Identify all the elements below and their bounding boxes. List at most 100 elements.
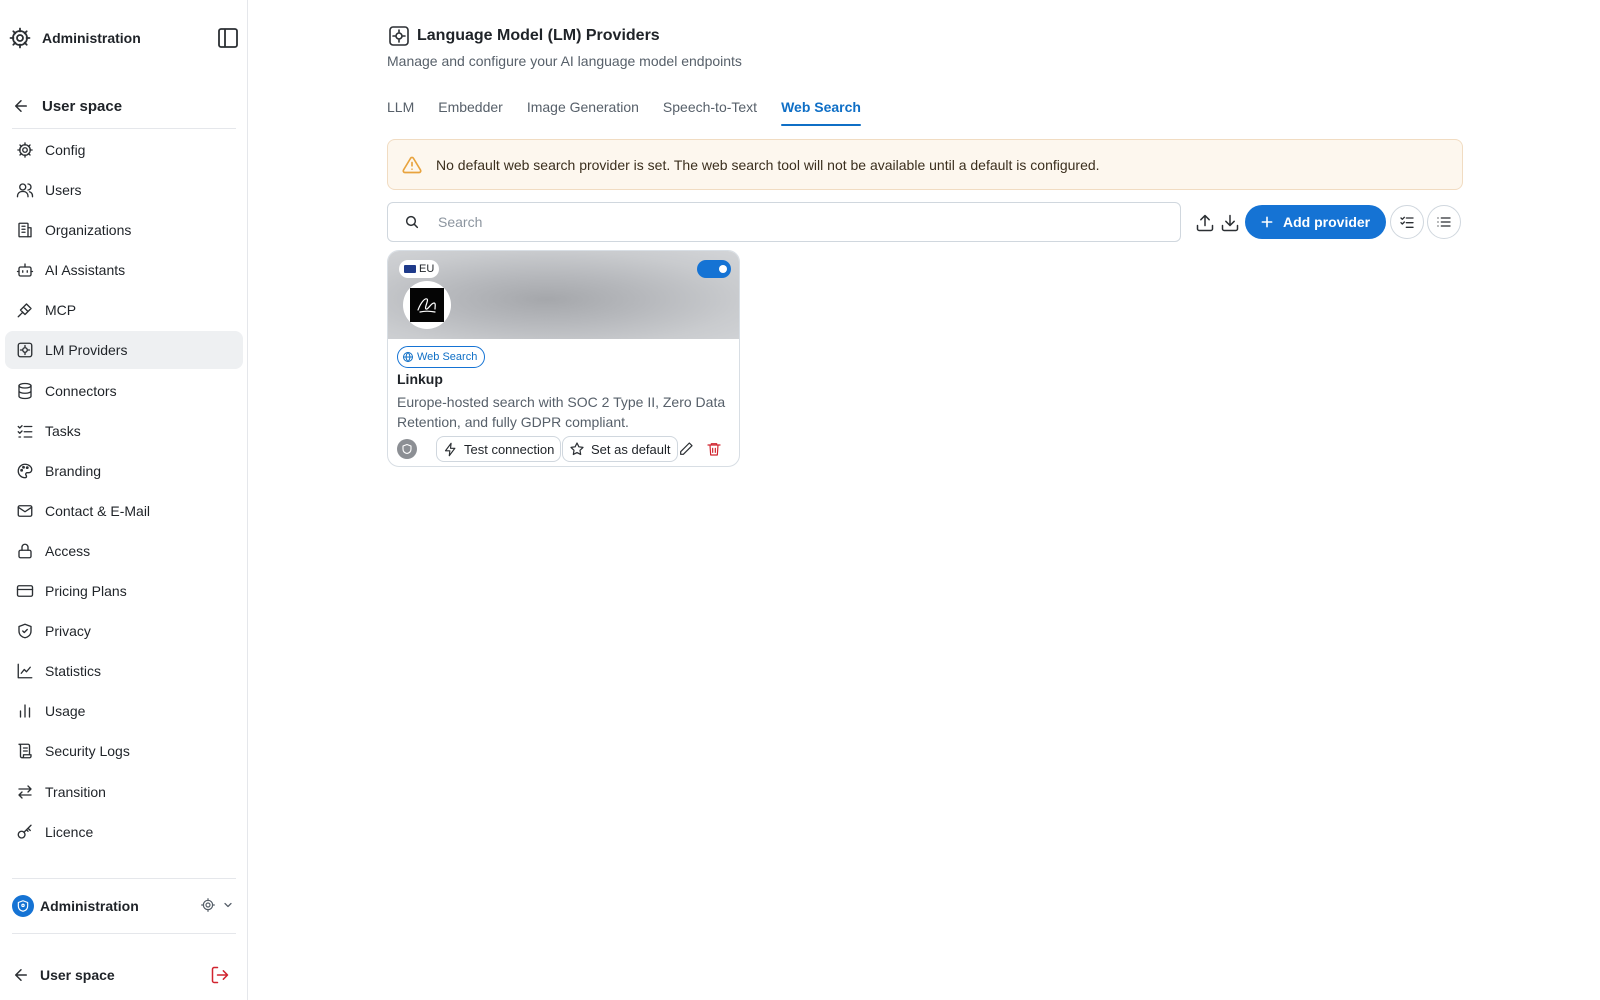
provider-card[interactable]: EU Web Search Linkup Europe-hosted searc… <box>387 250 740 467</box>
organization-switcher[interactable]: Administration <box>12 893 236 919</box>
sidebar-item-statistics[interactable]: Statistics <box>5 652 243 690</box>
card-banner: EU <box>388 251 739 339</box>
enabled-toggle[interactable] <box>697 260 731 278</box>
sidebar-item-access[interactable]: Access <box>5 532 243 570</box>
add-provider-label: Add provider <box>1283 214 1371 230</box>
credit-card-icon <box>15 581 35 601</box>
list-checks-icon <box>1399 214 1415 230</box>
sidebar-item-label: Pricing Plans <box>45 583 127 600</box>
tab-embedder[interactable]: Embedder <box>438 97 503 129</box>
sidebar-item-label: Security Logs <box>45 743 130 760</box>
sidebar-item-privacy[interactable]: Privacy <box>5 612 243 650</box>
divider <box>12 933 236 934</box>
org-avatar <box>12 895 34 917</box>
page-subtitle: Manage and configure your AI language mo… <box>387 53 742 69</box>
sidebar-item-label: LM Providers <box>45 342 128 359</box>
divider <box>12 878 236 879</box>
sidebar-item-pricing-plans[interactable]: Pricing Plans <box>5 572 243 610</box>
set-as-default-label: Set as default <box>591 441 671 457</box>
sidebar-item-usage[interactable]: Usage <box>5 692 243 730</box>
sidebar-item-transition[interactable]: Transition <box>5 773 243 811</box>
footer-user-space-link[interactable]: User space <box>12 962 236 988</box>
lock-icon <box>15 541 35 561</box>
sidebar-item-label: Connectors <box>45 382 117 399</box>
sidebar-toggle-icon[interactable] <box>216 26 240 50</box>
back-to-user-space-link[interactable]: User space <box>12 93 240 119</box>
arrow-left-icon <box>12 966 30 984</box>
edit-pencil-icon[interactable] <box>677 440 695 458</box>
test-connection-label: Test connection <box>464 441 555 457</box>
sidebar-item-lm-providers[interactable]: LM Providers <box>5 331 243 370</box>
sidebar-item-connectors[interactable]: Connectors <box>5 372 243 410</box>
plug-icon <box>15 300 35 320</box>
set-as-default-button[interactable]: Set as default <box>562 436 678 462</box>
upload-icon[interactable] <box>1194 212 1216 234</box>
sidebar-item-branding[interactable]: Branding <box>5 452 243 490</box>
list-checks-icon <box>15 421 35 441</box>
region-badge: EU <box>399 260 440 278</box>
sidebar-item-label: MCP <box>45 302 77 319</box>
linkup-logo-icon <box>410 288 444 322</box>
arrow-left-icon <box>12 97 30 115</box>
sidebar-item-label: AI Assistants <box>45 262 126 279</box>
gear-icon <box>8 26 32 50</box>
plus-icon <box>1259 214 1275 230</box>
scroll-icon <box>15 741 35 761</box>
warning-triangle-icon <box>402 155 422 175</box>
sidebar-item-config[interactable]: Config <box>5 131 243 169</box>
key-icon <box>15 822 35 842</box>
category-label: Web Search <box>417 351 478 363</box>
warning-banner: No default web search provider is set. T… <box>387 139 1463 190</box>
test-connection-button[interactable]: Test connection <box>436 436 562 462</box>
arrows-left-right-icon <box>15 782 35 802</box>
sidebar-item-users[interactable]: Users <box>5 171 243 209</box>
sidebar-item-ai-assistants[interactable]: AI Assistants <box>5 251 243 289</box>
org-settings-gear-icon[interactable] <box>200 897 216 913</box>
delete-trash-icon[interactable] <box>705 440 723 458</box>
sidebar-item-label: Contact & E-Mail <box>45 502 151 519</box>
provider-description: Europe-hosted search with SOC 2 Type II,… <box>397 394 726 430</box>
search-box <box>387 202 1181 242</box>
bot-icon <box>15 260 35 280</box>
palette-icon <box>15 461 35 481</box>
tab-speech-to-text[interactable]: Speech-to-Text <box>663 97 757 129</box>
page-header: Language Model (LM) Providers <box>387 24 660 48</box>
chevron-down-icon[interactable] <box>222 899 234 911</box>
back-label: User space <box>42 97 123 115</box>
tab-image-generation[interactable]: Image Generation <box>527 97 639 129</box>
users-icon <box>15 180 35 200</box>
sidebar-nav: Config Users Organizations AI Assistants… <box>5 131 243 853</box>
sidebar-item-licence[interactable]: Licence <box>5 813 243 851</box>
category-tag: Web Search <box>397 346 486 368</box>
provider-icon <box>15 340 35 360</box>
sidebar-item-label: Privacy <box>45 623 91 640</box>
search-icon <box>404 214 420 230</box>
download-icon[interactable] <box>1219 212 1241 234</box>
add-provider-button[interactable]: Add provider <box>1245 205 1386 239</box>
line-chart-icon <box>15 661 35 681</box>
building-icon <box>15 220 35 240</box>
tab-web-search[interactable]: Web Search <box>781 97 861 129</box>
tab-llm[interactable]: LLM <box>387 97 414 129</box>
sidebar-item-contact-email[interactable]: Contact & E-Mail <box>5 492 243 530</box>
logout-icon[interactable] <box>210 965 230 985</box>
list-view-button[interactable] <box>1427 205 1461 239</box>
sidebar-item-label: Usage <box>45 703 86 720</box>
sidebar-item-tasks[interactable]: Tasks <box>5 412 243 450</box>
search-input[interactable] <box>438 214 1138 230</box>
divider <box>12 128 236 129</box>
sidebar-item-label: Access <box>45 542 91 559</box>
gear-icon <box>15 140 35 160</box>
eu-flag-icon <box>404 265 416 273</box>
sidebar: Administration User space Config Users O… <box>0 0 248 1000</box>
footer-label: User space <box>40 967 115 983</box>
sidebar-item-organizations[interactable]: Organizations <box>5 211 243 249</box>
tab-bar: LLM Embedder Image Generation Speech-to-… <box>387 97 885 129</box>
shield-check-icon <box>15 621 35 641</box>
shield-icon <box>397 439 417 459</box>
sidebar-item-mcp[interactable]: MCP <box>5 291 243 329</box>
zap-icon <box>443 442 458 457</box>
star-icon <box>569 441 585 457</box>
select-mode-button[interactable] <box>1390 205 1424 239</box>
sidebar-item-security-logs[interactable]: Security Logs <box>5 732 243 770</box>
